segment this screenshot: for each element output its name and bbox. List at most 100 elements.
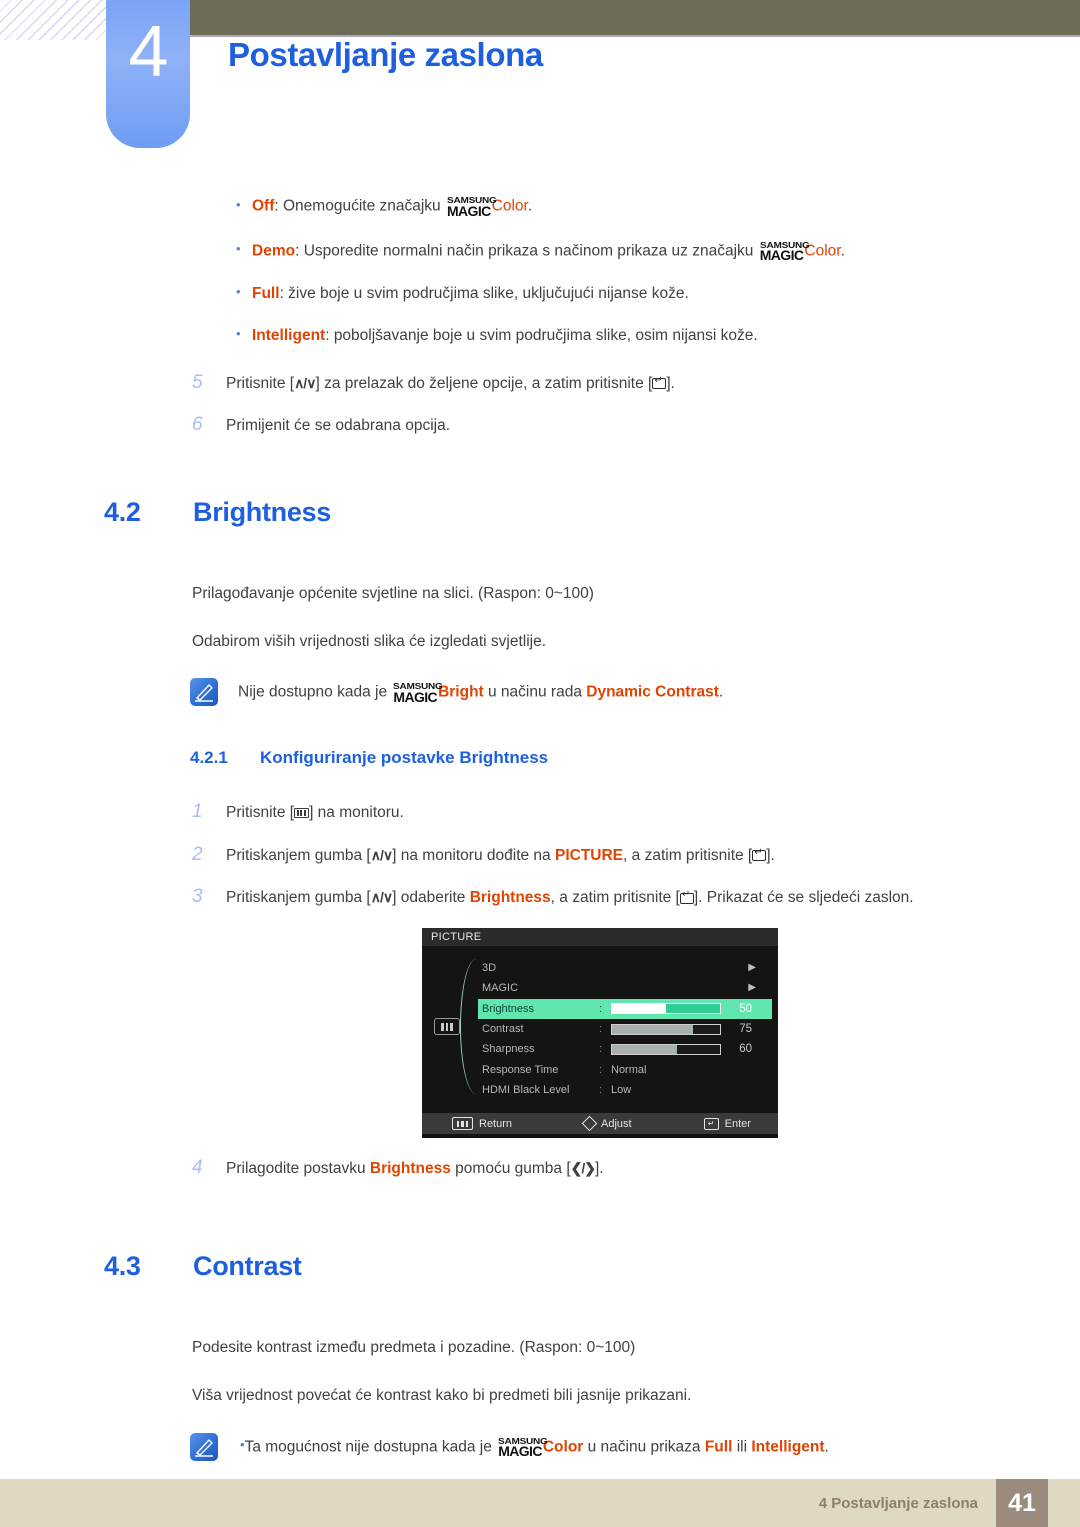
osd-menu-item-magic[interactable]: MAGIC ▶ (478, 978, 772, 998)
note-text-before: Nije dostupno kada je (238, 683, 392, 701)
leftright-key-icon: ❮/❯ (570, 1159, 596, 1176)
note-pencil-icon (190, 1432, 218, 1461)
bullet-dot-icon: • (236, 196, 241, 212)
step-text-2: ] za prelazak do željene opcije, a zatim… (315, 374, 653, 392)
osd-body: 3D ▶ MAGIC ▶ Brightness : 50 Contrast : … (422, 946, 778, 1113)
step-number: 1 (192, 801, 203, 823)
osd-menu-item-sharpness[interactable]: Sharpness : 60 (478, 1039, 772, 1059)
enter-key-icon (679, 890, 694, 904)
osd-item-value: Normal (611, 1063, 647, 1076)
section-43-para-1: Podesite kontrast između predmeta i poza… (192, 1339, 636, 1357)
section-42-para-2: Odabirom viših vrijednosti slika će izgl… (192, 632, 547, 650)
footer-chapter-label: 4 Postavljanje zaslona (818, 1494, 978, 1512)
updown-key-icon: ∧/∨ (370, 846, 393, 863)
step-text: Pritiskanjem gumba [ (226, 889, 371, 907)
bullet-dot-icon: • (236, 241, 241, 256)
option-desc: : žive boje u svim područjima slike, ukl… (279, 285, 689, 302)
option-desc: : Onemogućite značajku (274, 197, 445, 215)
list-item: • Demo: Usporedite normalni način prikaz… (0, 240, 1080, 262)
step-number: 4 (192, 1156, 203, 1178)
samsung-magic-logo: SAMSUNG MAGIC (498, 1435, 548, 1460)
step-text: Pritiskanjem gumba [ (226, 846, 371, 864)
note-text-before: Ta mogućnost nije dostupna kada je (244, 1438, 497, 1456)
osd-adjust-label: Adjust (601, 1117, 632, 1130)
step-text-2: ] odaberite (392, 889, 470, 907)
magic-color-option-list: • Off: Onemogućite značajku SAMSUNG MAGIC… (0, 195, 1080, 346)
subsection-title: Konfiguriranje postavke Brightness (260, 748, 549, 768)
osd-item-value: 60 (739, 1043, 752, 1056)
subsection-number: 4.2.1 (190, 748, 228, 768)
osd-header-title: PICTURE (431, 931, 482, 943)
osd-colon: : (599, 1002, 603, 1015)
samsung-magic-logo: SAMSUNG MAGIC (759, 239, 810, 263)
step-text-4: ]. Prikazat će se sljedeći zaslon. (693, 889, 914, 907)
enter-key-icon (652, 376, 667, 390)
osd-item-label: MAGIC (482, 982, 519, 995)
osd-menu-item-response-time[interactable]: Response Time : Normal (478, 1059, 772, 1079)
option-desc: : poboljšavanje boje u svim područjima s… (325, 327, 758, 345)
step-text-3: , a zatim pritisnite [ (550, 889, 680, 907)
option-desc-tail: . (840, 242, 845, 259)
step-text-2: pomoću gumba [ (450, 1159, 571, 1177)
list-item: 2 Pritiskanjem gumba [∧/∨] na monitoru d… (0, 841, 1080, 869)
bullet-dot-icon: • (236, 326, 241, 342)
chevron-right-icon: ▶ (748, 962, 756, 974)
osd-item-label: Sharpness (482, 1043, 535, 1056)
step-text-4: ]. (766, 846, 775, 864)
osd-menu-item-hdmi-black-level[interactable]: HDMI Black Level : Low (478, 1080, 772, 1100)
note-highlight: Dynamic Contrast (586, 683, 719, 701)
enter-key-icon (752, 848, 767, 862)
osd-item-value: Low (611, 1083, 632, 1096)
step-text-3: ]. (594, 1159, 604, 1177)
osd-colon: : (599, 1043, 603, 1056)
header-olive-bar (189, 0, 1080, 37)
osd-menu-item-brightness[interactable]: Brightness : 50 (478, 998, 772, 1019)
osd-item-value: 50 (739, 1002, 752, 1015)
step-text-2: ] na monitoru dođite na (392, 846, 555, 864)
section-heading-43: 4.3 Contrast (0, 1251, 1080, 1282)
osd-adjust-action[interactable]: Adjust (581, 1115, 632, 1132)
list-item: • Off: Onemogućite značajku SAMSUNG MAGIC… (0, 195, 1080, 218)
chevron-right-icon: ▶ (748, 982, 756, 994)
osd-header: PICTURE (422, 928, 778, 946)
osd-colon: : (599, 1063, 603, 1076)
menu-key-icon (294, 808, 310, 819)
list-item: 1 Pritisnite [] na monitoru. (0, 798, 1080, 826)
section-heading-421: 4.2.1 Konfiguriranje postavke Brightness (0, 748, 1080, 768)
bullet-dot-icon: • (240, 1437, 245, 1453)
step-number: 6 (192, 414, 203, 436)
note-text-between: ili (732, 1438, 752, 1456)
menu-bars-icon (452, 1117, 473, 1130)
list-item: 4 Prilagodite postavku Brightness pomoću… (0, 1154, 1080, 1182)
step-number: 5 (192, 371, 203, 393)
option-term: Demo (252, 242, 296, 259)
osd-enter-action[interactable]: ↵ Enter (703, 1117, 751, 1130)
step-text: Primijenit će se odabrana opcija. (226, 417, 451, 435)
osd-enter-label: Enter (724, 1117, 751, 1130)
osd-slider-brightness[interactable] (611, 1003, 721, 1015)
osd-item-label: Contrast (482, 1023, 524, 1036)
step-highlight: Brightness (469, 889, 551, 907)
chapter-number-tab: 4 (106, 0, 190, 148)
osd-item-value: 75 (739, 1023, 752, 1036)
osd-slider-sharpness[interactable] (611, 1043, 721, 1055)
enter-key-icon: ↵ (703, 1117, 719, 1130)
osd-menu-item-3d[interactable]: 3D ▶ (478, 958, 772, 978)
option-term: Full (252, 285, 280, 302)
list-item: • Intelligent: poboljšavanje boje u svim… (0, 326, 1080, 345)
osd-menu-item-contrast[interactable]: Contrast : 75 (478, 1019, 772, 1039)
note-pencil-icon (190, 678, 218, 707)
step-highlight: PICTURE (554, 846, 624, 864)
osd-item-label: HDMI Black Level (482, 1083, 570, 1096)
osd-menu-screenshot: PICTURE 3D ▶ MAGIC ▶ Brightness : 50 Con… (422, 928, 778, 1138)
osd-item-label: Brightness (482, 1002, 534, 1015)
section-title: Contrast (193, 1251, 302, 1282)
osd-slider-contrast[interactable] (611, 1023, 721, 1035)
note-text-middle: u načinu rada (483, 683, 587, 701)
option-term: Intelligent (252, 327, 326, 345)
step-text-3: ]. (666, 374, 675, 392)
osd-return-action[interactable]: Return (452, 1117, 512, 1130)
updown-key-icon: ∧/∨ (370, 889, 393, 906)
osd-item-label: 3D (482, 962, 497, 975)
updown-key-icon: ∧/∨ (294, 374, 316, 391)
